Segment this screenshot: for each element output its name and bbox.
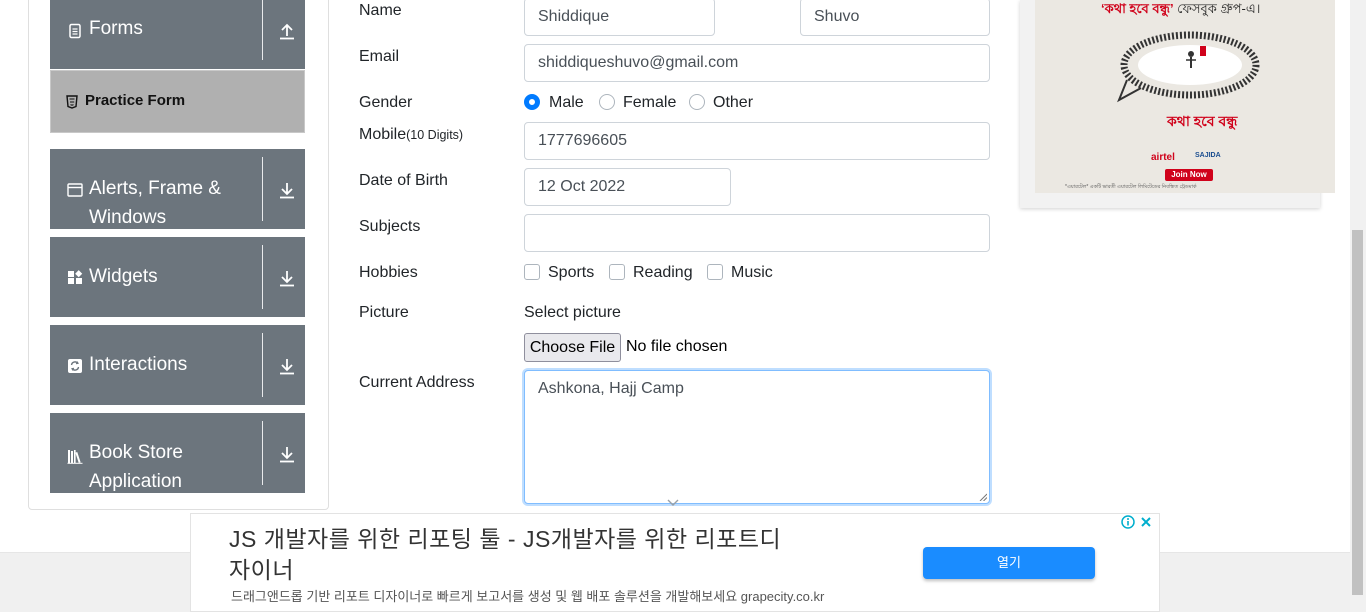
email-label: Email	[359, 48, 400, 65]
bottom-ad-headline[interactable]: JS 개발자를 위한 리포팅 툴 - JS개발자를 위한 리포트디자이너	[229, 524, 789, 586]
sidebar-group-label: Forms	[89, 18, 143, 39]
sajida-logo: SAJIDA	[1195, 152, 1221, 159]
mobile-label: Mobile(10 Digits)	[359, 126, 463, 144]
join-now-button[interactable]: Join Now	[1165, 169, 1213, 181]
sidebar-group-label: Widgets	[89, 266, 158, 287]
hobby-reading-checkbox[interactable]	[609, 264, 625, 280]
file-status: No file chosen	[626, 338, 728, 355]
interactions-icon	[68, 359, 82, 373]
divider	[262, 333, 263, 397]
subjects-label: Subjects	[359, 218, 421, 235]
hobby-sports-label[interactable]: Sports	[548, 264, 594, 282]
divider	[262, 421, 263, 485]
hobby-reading-label[interactable]: Reading	[633, 264, 693, 282]
side-ad-headline: ‘কথা হবে বন্ধু’ ফেসবুক গ্রুপ-এ।	[1101, 0, 1260, 21]
current-address-label: Current Address	[359, 374, 475, 391]
gender-male-radio[interactable]	[524, 94, 540, 110]
gender-other-label[interactable]: Other	[713, 94, 753, 112]
divider	[262, 157, 263, 221]
airtel-logo: airtel	[1151, 152, 1175, 163]
dob-input[interactable]: 12 Oct 2022	[524, 168, 731, 206]
divider	[262, 0, 263, 60]
mobile-hint: (10 Digits)	[406, 128, 464, 142]
window-icon	[67, 183, 83, 197]
crowd-illustration	[1117, 31, 1260, 103]
chevron-down-icon	[667, 499, 679, 506]
document-icon	[69, 23, 81, 39]
bottom-ad-description: 드래그앤드롭 기반 리포트 디자이너로 빠르게 보고서를 생성 및 웹 배포 솔…	[231, 589, 825, 604]
hobby-sports-checkbox[interactable]	[524, 264, 540, 280]
hobbies-label: Hobbies	[359, 264, 418, 281]
email-input[interactable]: shiddiqueshuvo@gmail.com	[524, 44, 990, 82]
arrow-down-icon[interactable]	[278, 445, 296, 463]
side-ad-banner[interactable]: ‘কথা হবে বন্ধু’ ফেসবুক গ্রুপ-এ। কথা হবে …	[1035, 0, 1335, 193]
sidebar-group-label: Book Store Application	[89, 442, 183, 492]
sidebar-group-interactions[interactable]: Interactions	[50, 325, 305, 405]
side-ad-fine-print: *এয়ারটেল* একটি ভারতী এয়ারটেল লিমিটেডের…	[1065, 184, 1197, 190]
choose-file-button[interactable]: Choose File	[524, 333, 621, 362]
select-picture-label: Select picture	[524, 304, 621, 321]
close-icon[interactable]	[1139, 515, 1153, 529]
scrollbar-thumb[interactable]	[1352, 230, 1363, 595]
current-address-value: Ashkona, Hajj Camp	[538, 380, 684, 397]
side-ad-headline-rest: ফেসবুক গ্রুপ-এ।	[1173, 1, 1261, 16]
sidebar-group-alerts[interactable]: Alerts, Frame & Windows	[50, 149, 305, 229]
hobby-music-checkbox[interactable]	[707, 264, 723, 280]
gender-male-label[interactable]: Male	[549, 94, 584, 112]
info-icon[interactable]	[1121, 515, 1135, 529]
last-name-input[interactable]: Shuvo	[800, 0, 990, 36]
practice-form-page: Forms Practice Form Alerts, Frame & Wind…	[0, 0, 1366, 612]
dob-label: Date of Birth	[359, 172, 448, 189]
sidebar-group-label: Interactions	[89, 354, 188, 375]
gender-label: Gender	[359, 94, 413, 111]
sidebar-group-widgets[interactable]: Widgets	[50, 237, 305, 317]
sidebar-item-practice-form[interactable]: Practice Form	[50, 70, 305, 133]
arrow-down-icon[interactable]	[278, 181, 296, 199]
html5-icon	[66, 95, 78, 109]
sidebar-group-book-store[interactable]: Book Store Application	[50, 413, 305, 493]
sidebar-group-label: Alerts, Frame & Windows	[89, 178, 221, 228]
resize-grip-icon[interactable]	[979, 493, 987, 501]
hobby-music-label[interactable]: Music	[731, 264, 773, 282]
name-label: Name	[359, 2, 402, 19]
widgets-icon	[68, 270, 83, 284]
arrow-up-icon[interactable]	[278, 22, 296, 40]
arrow-down-icon[interactable]	[278, 357, 296, 375]
side-ad-headline-quote: ‘কথা হবে বন্ধু’	[1101, 1, 1174, 16]
first-name-input[interactable]: Shiddique	[524, 0, 715, 36]
books-icon	[67, 450, 83, 464]
subjects-input[interactable]	[524, 214, 990, 252]
side-ad-brand-logo: কথা হবে বন্ধু	[1167, 113, 1238, 129]
current-address-textarea[interactable]: Ashkona, Hajj Camp	[524, 370, 990, 504]
sidebar-group-forms[interactable]: Forms	[50, 0, 305, 69]
picture-label: Picture	[359, 304, 409, 321]
open-button[interactable]: 열기	[923, 547, 1095, 579]
bottom-ad-banner[interactable]: JS 개발자를 위한 리포팅 툴 - JS개발자를 위한 리포트디자이너 드래그…	[190, 513, 1160, 612]
sidebar-item-label: Practice Form	[85, 92, 186, 109]
gender-female-radio[interactable]	[599, 94, 615, 110]
mobile-label-text: Mobile	[359, 126, 407, 143]
mobile-input[interactable]: 1777696605	[524, 122, 990, 160]
gender-other-radio[interactable]	[689, 94, 705, 110]
arrow-down-icon[interactable]	[278, 269, 296, 287]
gender-female-label[interactable]: Female	[623, 94, 676, 112]
divider	[262, 245, 263, 309]
